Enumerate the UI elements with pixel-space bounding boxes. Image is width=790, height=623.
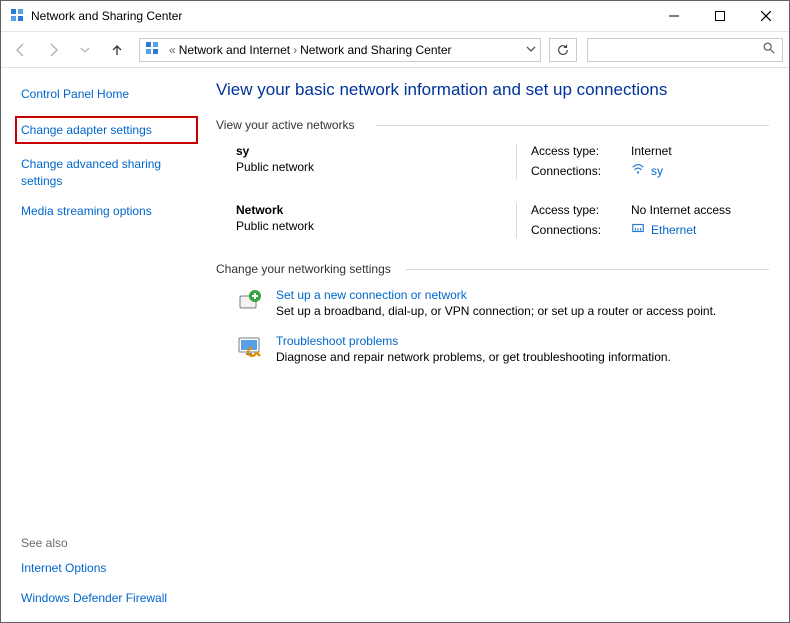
main-pane: View your basic network information and … xyxy=(206,68,789,622)
maximize-button[interactable] xyxy=(697,1,743,31)
value-access-type: No Internet access xyxy=(631,203,731,217)
network-details: Access type: Internet Connections: sy xyxy=(531,144,672,179)
titlebar: Network and Sharing Center xyxy=(1,1,789,32)
address-dropdown[interactable] xyxy=(526,43,536,57)
search-box[interactable] xyxy=(587,38,783,62)
wifi-icon xyxy=(631,162,645,179)
seealso-heading: See also xyxy=(21,536,198,550)
refresh-button[interactable] xyxy=(549,38,577,62)
crumb-root-sep: « xyxy=(169,43,176,57)
connection-link[interactable]: sy xyxy=(651,164,663,178)
location-icon xyxy=(144,40,160,59)
connection-link[interactable]: Ethernet xyxy=(651,223,696,237)
body: Control Panel Home Change adapter settin… xyxy=(1,68,789,622)
up-button[interactable] xyxy=(103,36,131,64)
settings-link-troubleshoot[interactable]: Troubleshoot problems xyxy=(276,334,398,348)
change-settings-heading: Change your networking settings xyxy=(216,262,769,276)
sidebar-change-advanced-sharing[interactable]: Change advanced sharing settings xyxy=(21,156,198,188)
value-access-type: Internet xyxy=(631,144,672,158)
page-title: View your basic network information and … xyxy=(216,80,769,100)
sidebar-control-panel-home[interactable]: Control Panel Home xyxy=(21,86,198,102)
label-connections: Connections: xyxy=(531,223,621,237)
network-identity: Network Public network xyxy=(236,203,516,238)
window-root: Network and Sharing Center xyxy=(0,0,790,623)
toolbar: « Network and Internet › Network and Sha… xyxy=(1,32,789,68)
sidebar-media-streaming[interactable]: Media streaming options xyxy=(21,203,198,219)
sidebar: Control Panel Home Change adapter settin… xyxy=(1,68,206,622)
seealso-internet-options[interactable]: Internet Options xyxy=(21,560,198,576)
active-networks-heading: View your active networks xyxy=(216,118,769,132)
network-details: Access type: No Internet access Connecti… xyxy=(531,203,731,238)
label-access-type: Access type: xyxy=(531,144,621,158)
crumb-level2[interactable]: Network and Sharing Center xyxy=(300,43,451,57)
recent-dropdown[interactable] xyxy=(71,36,99,64)
troubleshoot-icon xyxy=(236,334,264,360)
seealso-windows-defender-firewall[interactable]: Windows Defender Firewall xyxy=(21,590,198,606)
divider xyxy=(376,125,769,126)
network-type: Public network xyxy=(236,160,516,174)
network-row: Network Public network Access type: No I… xyxy=(236,203,769,238)
sidebar-change-adapter-settings[interactable]: Change adapter settings xyxy=(21,122,192,138)
network-name: sy xyxy=(236,144,516,158)
back-button[interactable] xyxy=(7,36,35,64)
settings-desc: Diagnose and repair network problems, or… xyxy=(276,350,671,364)
address-bar[interactable]: « Network and Internet › Network and Sha… xyxy=(139,38,541,62)
minimize-button[interactable] xyxy=(651,1,697,31)
search-input[interactable] xyxy=(594,43,762,57)
new-connection-icon xyxy=(236,288,264,314)
network-type: Public network xyxy=(236,219,516,233)
crumb-level1[interactable]: Network and Internet xyxy=(179,43,290,57)
close-button[interactable] xyxy=(743,1,789,31)
settings-link-new-connection[interactable]: Set up a new connection or network xyxy=(276,288,467,302)
window-title: Network and Sharing Center xyxy=(31,9,651,23)
label-connections: Connections: xyxy=(531,164,621,178)
settings-item-new-connection: Set up a new connection or network Set u… xyxy=(236,288,769,318)
sidebar-spacer xyxy=(21,233,198,536)
settings-item-troubleshoot: Troubleshoot problems Diagnose and repai… xyxy=(236,334,769,364)
divider xyxy=(406,269,769,270)
settings-desc: Set up a broadband, dial-up, or VPN conn… xyxy=(276,304,716,318)
chevron-icon[interactable]: › xyxy=(293,43,297,57)
network-row: sy Public network Access type: Internet … xyxy=(236,144,769,179)
app-icon xyxy=(9,7,25,26)
vertical-divider xyxy=(516,203,517,238)
network-identity: sy Public network xyxy=(236,144,516,179)
vertical-divider xyxy=(516,144,517,179)
ethernet-icon xyxy=(631,221,645,238)
label-access-type: Access type: xyxy=(531,203,621,217)
forward-button[interactable] xyxy=(39,36,67,64)
network-name: Network xyxy=(236,203,516,217)
highlight-box: Change adapter settings xyxy=(15,116,198,144)
search-icon[interactable] xyxy=(762,41,776,58)
